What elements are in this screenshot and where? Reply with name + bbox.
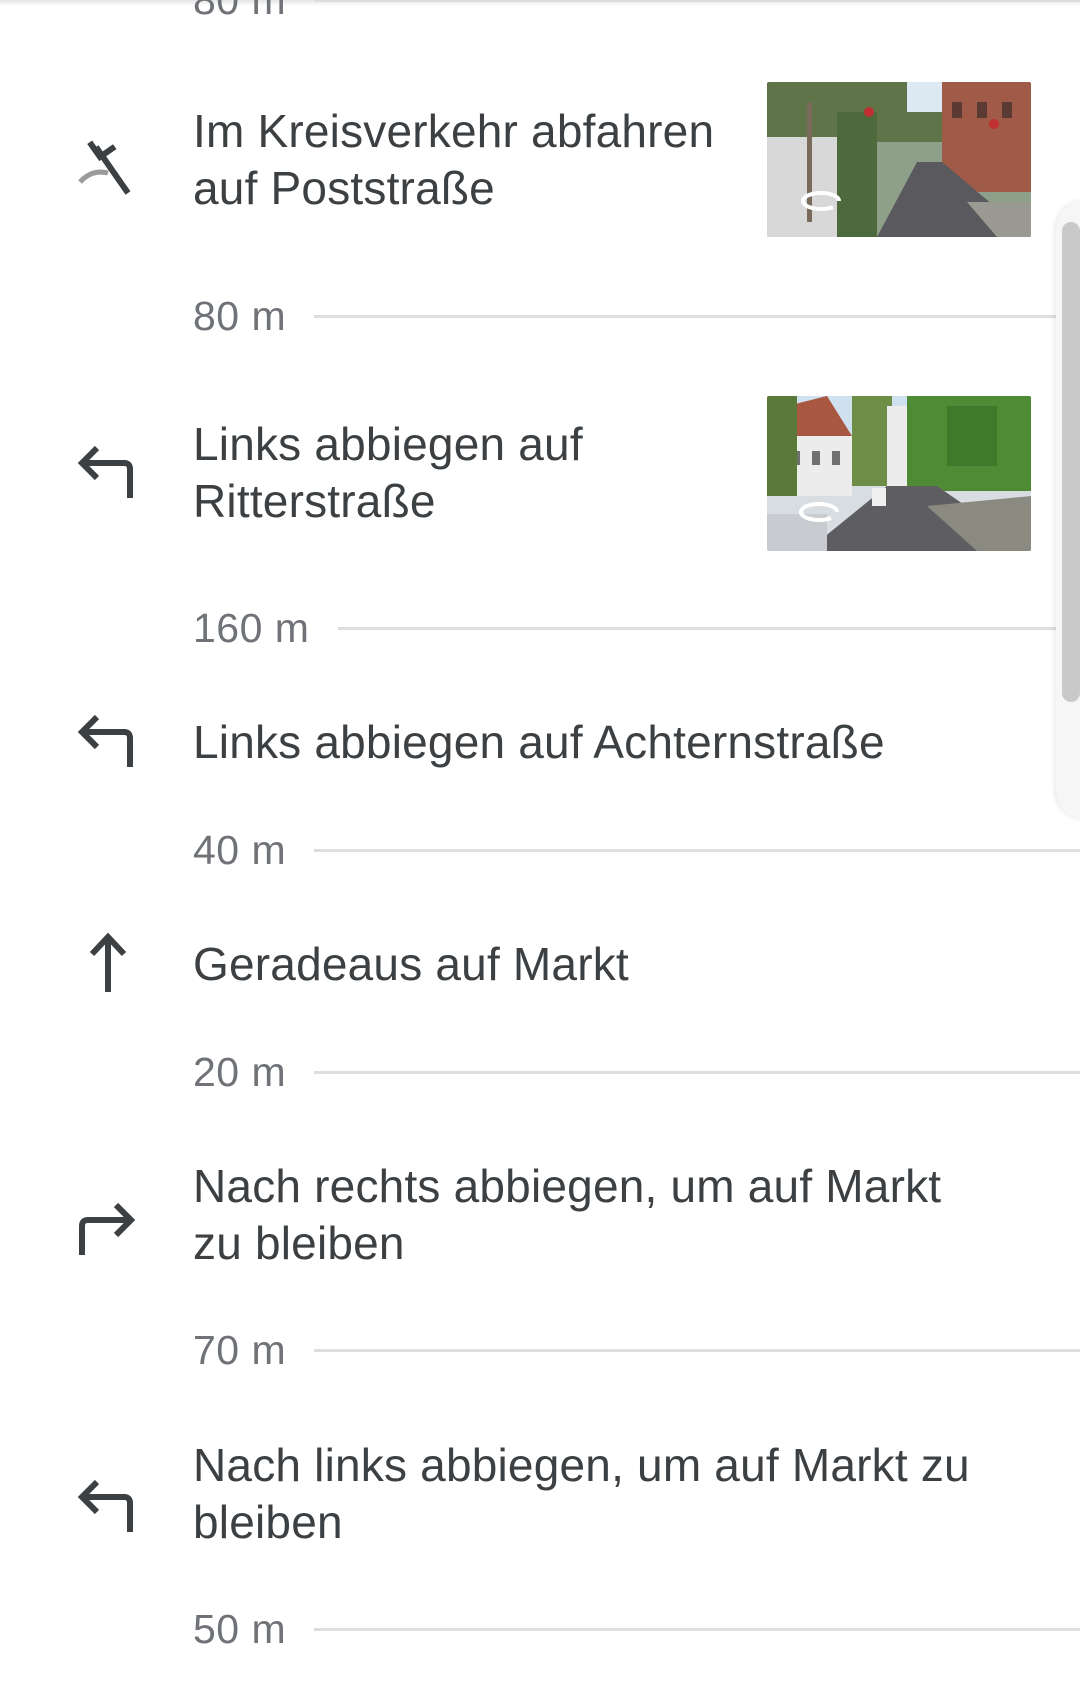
distance-label: 80 m bbox=[193, 293, 287, 339]
instruction-line: Im Kreisverkehr abfahren bbox=[193, 105, 715, 157]
scrollbar-thumb[interactable] bbox=[1062, 222, 1080, 702]
instruction-line: zu bleiben bbox=[193, 1217, 405, 1269]
direction-step-geradeaus[interactable]: Geradeaus auf Markt bbox=[0, 912, 1080, 1022]
roundabout-exit-icon bbox=[70, 125, 150, 205]
distance-row: 70 m bbox=[0, 1320, 1080, 1380]
divider bbox=[338, 627, 1080, 630]
distance-label: 20 m bbox=[193, 1049, 287, 1095]
straight-arrow-icon bbox=[70, 924, 150, 1004]
direction-step-rechts-markt[interactable]: Nach rechts abbiegen, um auf Markt zu bl… bbox=[0, 1158, 1080, 1278]
divider bbox=[314, 1628, 1080, 1631]
instruction-line: bleiben bbox=[193, 1496, 343, 1548]
distance-row: 80 m bbox=[0, 286, 1080, 346]
divider bbox=[314, 1071, 1080, 1074]
distance-label: 80 m bbox=[193, 0, 287, 23]
direction-instruction: Links abbiegen auf Ritterstraße bbox=[193, 416, 583, 530]
direction-step-roundabout[interactable]: Im Kreisverkehr abfahren auf Poststraße bbox=[0, 80, 1080, 245]
direction-instruction: Links abbiegen auf Achternstraße bbox=[193, 716, 885, 768]
distance-row: 160 m bbox=[0, 598, 1080, 658]
distance-label: 50 m bbox=[193, 1606, 287, 1652]
instruction-line: Links abbiegen auf bbox=[193, 418, 583, 470]
distance-row: 50 m bbox=[0, 1599, 1080, 1659]
street-view-thumbnail[interactable] bbox=[767, 396, 1031, 551]
direction-instruction: Geradeaus auf Markt bbox=[193, 938, 629, 990]
instruction-line: auf Poststraße bbox=[193, 162, 495, 214]
direction-step-ritterstrasse[interactable]: Links abbiegen auf Ritterstraße bbox=[0, 393, 1080, 558]
divider bbox=[314, 0, 1080, 2]
instruction-line: Nach links abbiegen, um auf Markt zu bbox=[193, 1439, 970, 1491]
turn-left-icon bbox=[70, 1467, 150, 1547]
direction-step-achternstrasse[interactable]: Links abbiegen auf Achternstraße bbox=[0, 690, 1080, 800]
direction-step-links-markt[interactable]: Nach links abbiegen, um auf Markt zu ble… bbox=[0, 1437, 1080, 1557]
divider bbox=[314, 315, 1080, 318]
turn-left-icon bbox=[70, 433, 150, 513]
direction-instruction: Im Kreisverkehr abfahren auf Poststraße bbox=[193, 103, 714, 217]
distance-label: 40 m bbox=[193, 827, 287, 873]
divider bbox=[314, 849, 1080, 852]
turn-left-icon bbox=[70, 702, 150, 782]
turn-right-icon bbox=[70, 1188, 150, 1268]
distance-row: 20 m bbox=[0, 1042, 1080, 1102]
instruction-line: Ritterstraße bbox=[193, 475, 436, 527]
instruction-line: Nach rechts abbiegen, um auf Markt bbox=[193, 1160, 942, 1212]
distance-label: 70 m bbox=[193, 1327, 287, 1373]
distance-row: 40 m bbox=[0, 820, 1080, 880]
divider bbox=[314, 1349, 1080, 1352]
distance-row: 80 m bbox=[0, 0, 1080, 30]
distance-label: 160 m bbox=[193, 605, 310, 651]
street-view-thumbnail[interactable] bbox=[767, 82, 1031, 237]
direction-instruction: Nach rechts abbiegen, um auf Markt zu bl… bbox=[193, 1158, 941, 1272]
direction-instruction: Nach links abbiegen, um auf Markt zu ble… bbox=[193, 1437, 970, 1551]
